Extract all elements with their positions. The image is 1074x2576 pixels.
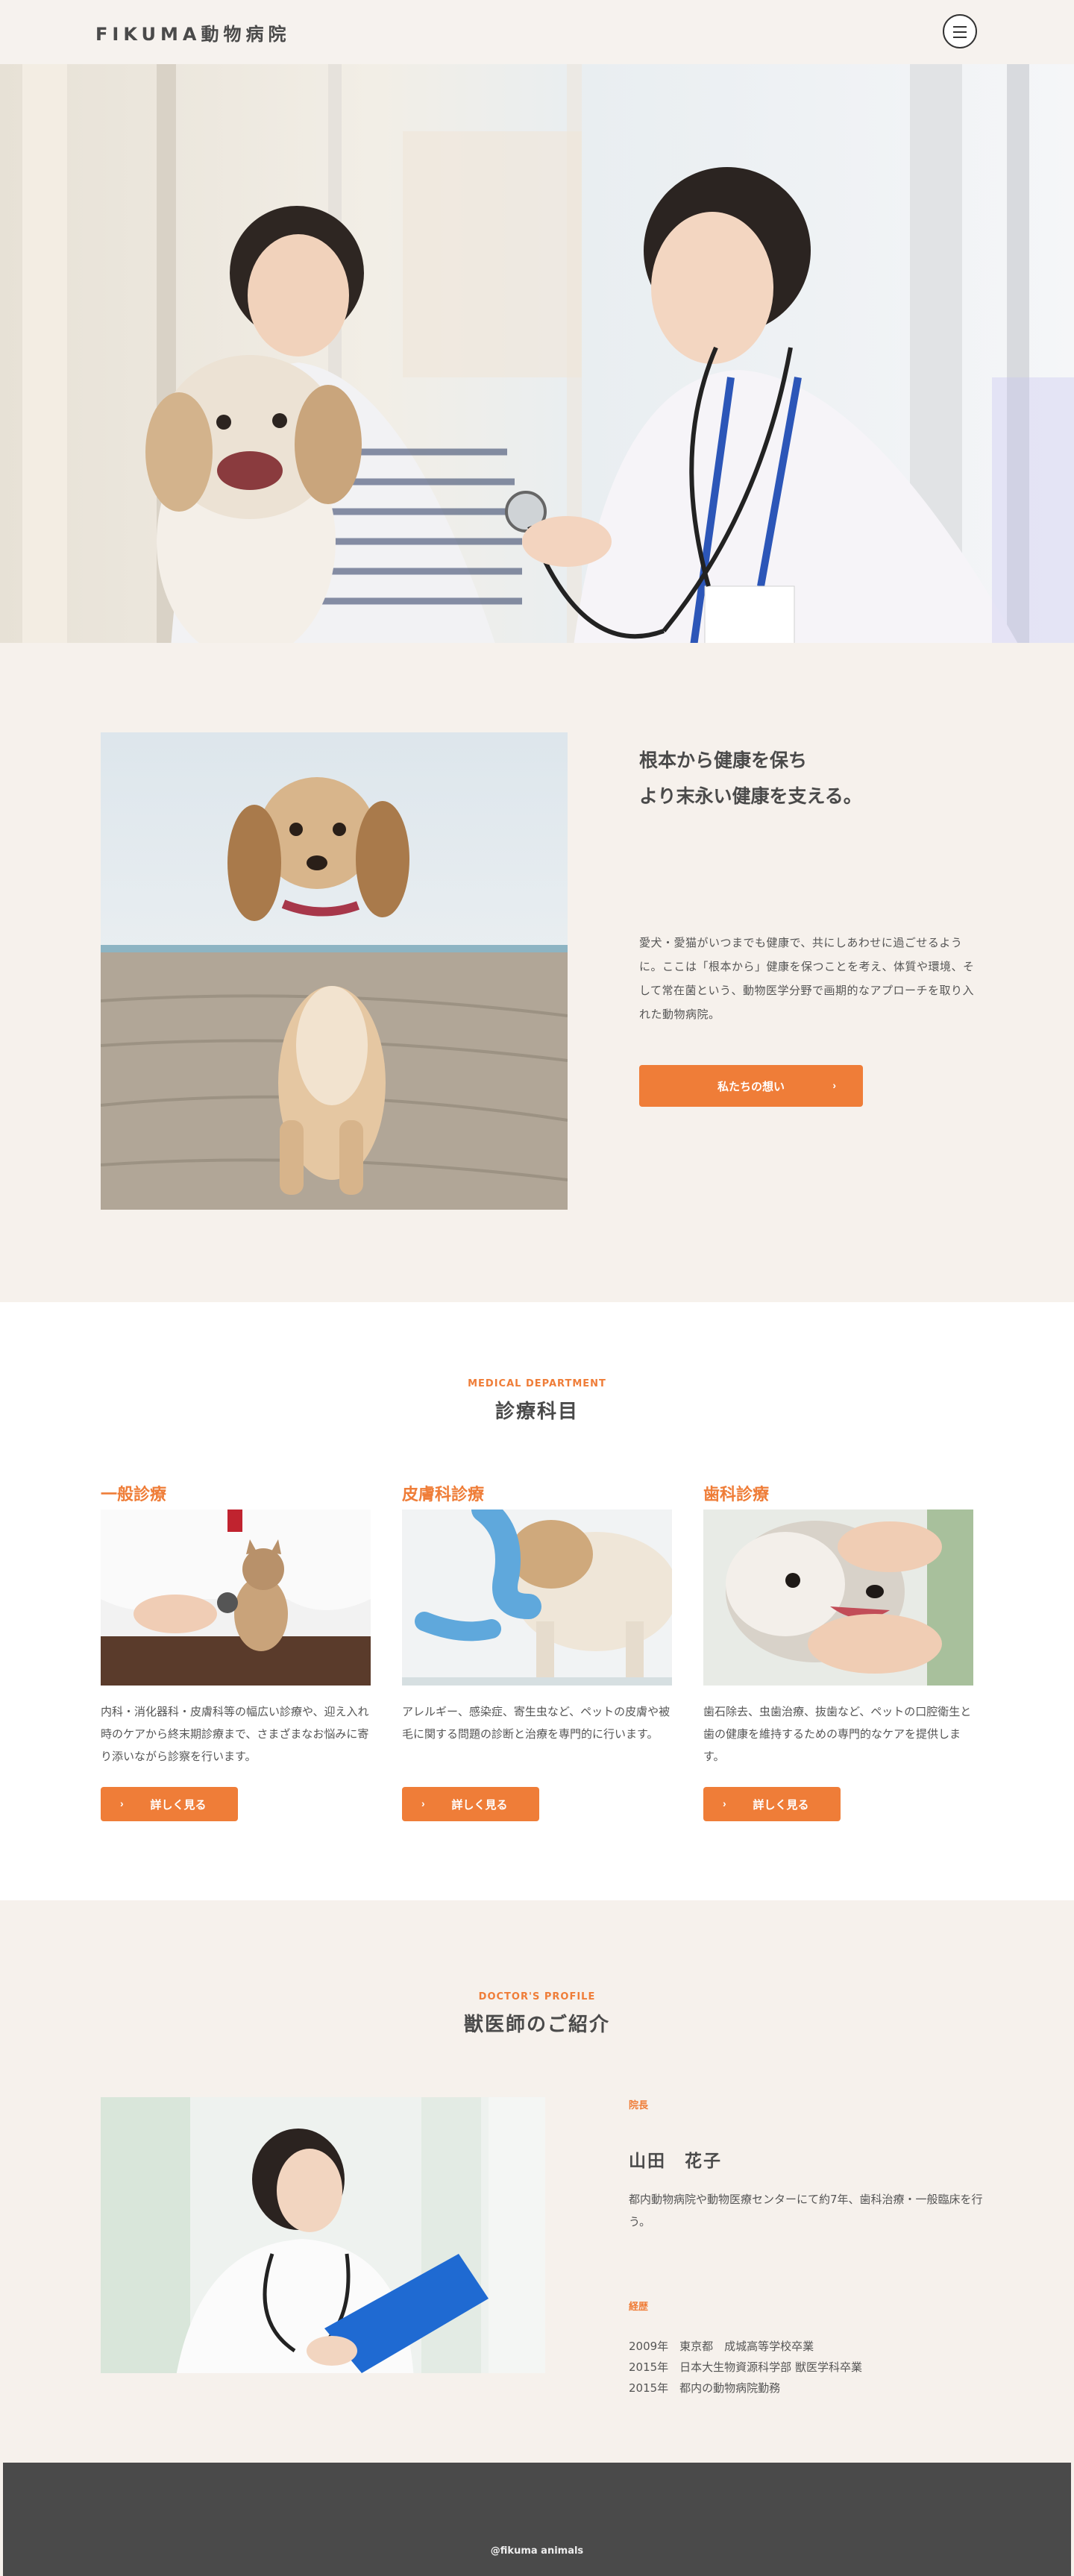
general-details-button[interactable]: › 詳しく見る — [101, 1787, 238, 1821]
general-care-photo — [101, 1510, 371, 1686]
dental-details-button[interactable]: › 詳しく見る — [703, 1787, 841, 1821]
chevron-right-icon: › — [832, 1079, 836, 1091]
department-card-general: 一般診療 内科・消化器科・皮膚科等の幅広い診療や、迎え入れ時のケアから終末期診療… — [101, 1481, 371, 1821]
site-header: FIKUMA動物病院 — [0, 0, 1074, 64]
section-title: 診療科目 — [494, 1401, 579, 1423]
intro-dog-photo — [101, 732, 568, 1210]
footer-instagram-handle[interactable]: @fikuma animals — [3, 2545, 1071, 2557]
chevron-right-icon: › — [120, 1797, 124, 1809]
card-title: 一般診療 — [101, 1486, 167, 1504]
doctor-photo — [101, 2097, 545, 2373]
medical-department-section: MEDICAL DEPARTMENT 診療科目 一般診療 内科・消化器科・皮膚科… — [0, 1302, 1074, 1900]
footer-wrapper: @fikuma animals — [0, 2463, 1074, 2576]
chevron-right-icon: › — [723, 1797, 726, 1809]
card-text: 歯石除去、虫歯治療、抜歯など、ペットの口腔衛生と歯の健康を維持するための専門的な… — [703, 1705, 972, 1763]
career-item: 2015年 都内の動物病院勤務 — [629, 2381, 781, 2395]
section-eyebrow: MEDICAL DEPARTMENT — [468, 1378, 606, 1389]
section-eyebrow: DOCTOR'S PROFILE — [478, 1991, 596, 2002]
intro-title: 根本から健康を保ち より末永い健康を支える。 — [639, 750, 862, 807]
dental-care-photo — [703, 1510, 973, 1686]
hero-photo — [0, 64, 1074, 643]
dermatology-photo — [402, 1510, 672, 1686]
site-logo[interactable]: FIKUMA動物病院 — [95, 19, 290, 45]
section-title: 獣医師のご紹介 — [463, 2014, 610, 2036]
chevron-right-icon: › — [421, 1797, 425, 1809]
card-title: 歯科診療 — [703, 1486, 770, 1504]
dermatology-details-button[interactable]: › 詳しく見る — [402, 1787, 539, 1821]
hamburger-menu-icon[interactable] — [943, 14, 977, 48]
intro-body: 愛犬・愛猫がいつまでも健康で、共にしあわせに過ごせるように。ここは「根本から」健… — [639, 936, 975, 1021]
career-list: 2009年 東京都 成城高等学校卒業 2015年 日本大生物資源科学部 獣医学科… — [629, 2336, 1002, 2398]
role-label: 院長 — [629, 2100, 649, 2111]
career-item: 2015年 日本大生物資源科学部 獣医学科卒業 — [629, 2360, 862, 2374]
career-item: 2009年 東京都 成城高等学校卒業 — [629, 2340, 814, 2353]
card-title: 皮膚科診療 — [402, 1486, 485, 1504]
doctor-profile-section: DOCTOR'S PROFILE 獣医師のご紹介 院長 山田 花子 都内動物病院… — [0, 1900, 1074, 2463]
intro-section: 根本から健康を保ち より末永い健康を支える。 愛犬・愛猫がいつまでも健康で、共に… — [0, 643, 1074, 1302]
doctor-description: 都内動物病院や動物医療センターにて約7年、歯科治療・一般臨床を行う。 — [629, 2193, 983, 2228]
doctor-name: 山田 花子 — [629, 2152, 722, 2171]
card-text: 内科・消化器科・皮膚科等の幅広い診療や、迎え入れ時のケアから終末期診療まで、さま… — [101, 1705, 369, 1763]
hero-image — [0, 64, 1074, 643]
department-card-dental: 歯科診療 歯石除去、虫歯治療、抜歯など、ペットの口腔衛生と歯の健康を維持するため… — [703, 1481, 973, 1821]
department-card-dermatology: 皮膚科診療 アレルギー、感染症、寄生虫など、ペットの皮膚や被毛に関する問題の診断… — [402, 1481, 672, 1821]
our-thoughts-button[interactable]: 私たちの想い › — [639, 1065, 863, 1107]
card-text: アレルギー、感染症、寄生虫など、ペットの皮膚や被毛に関する問題の診断と治療を専門… — [402, 1705, 671, 1741]
career-label: 経歴 — [629, 2302, 649, 2313]
site-footer: @fikuma animals — [3, 2463, 1071, 2576]
